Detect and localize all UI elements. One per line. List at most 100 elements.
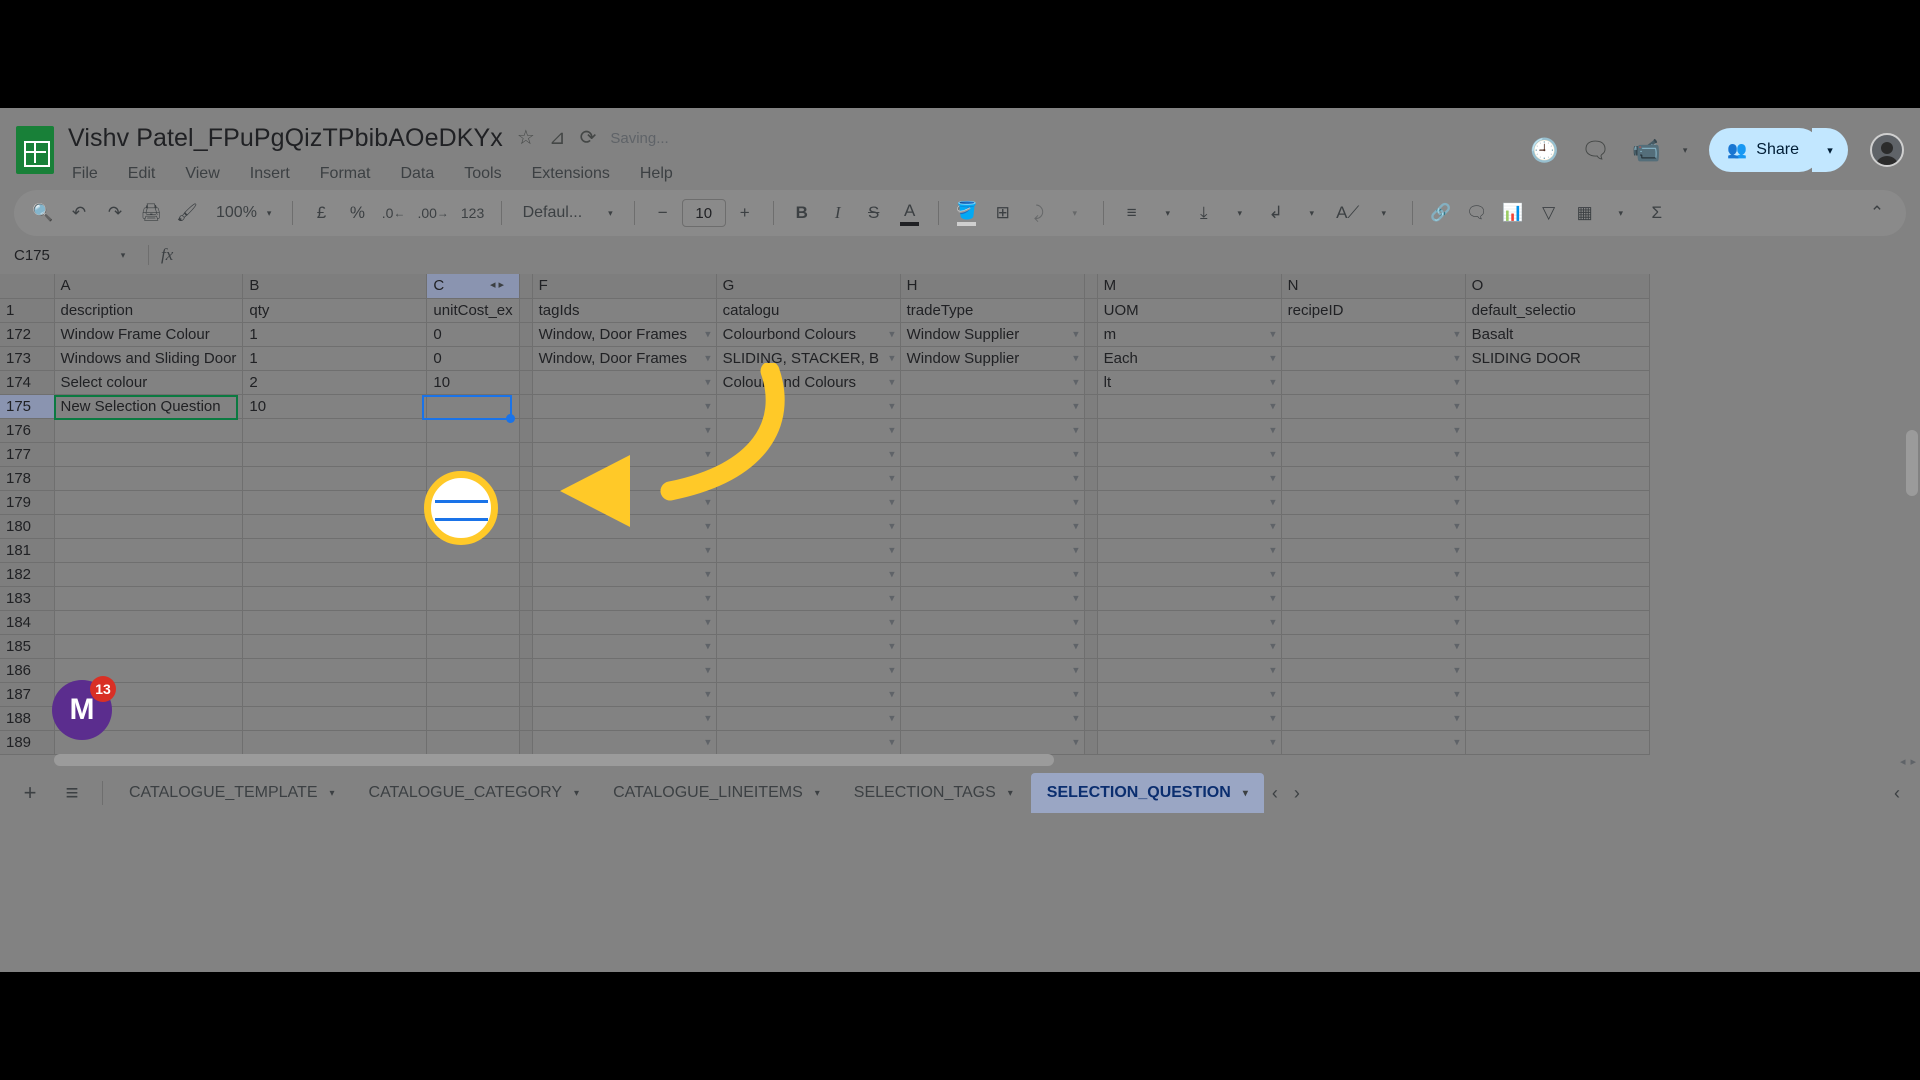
- chevron-down-icon[interactable]: ▾: [329, 788, 334, 799]
- cell-f176[interactable]: [532, 418, 717, 443]
- menu-item-help[interactable]: Help: [636, 162, 677, 186]
- menu-item-insert[interactable]: Insert: [246, 162, 294, 186]
- font-size-input[interactable]: 10: [681, 199, 726, 227]
- cell-n176[interactable]: [1281, 418, 1466, 443]
- cell-a178[interactable]: [54, 466, 244, 491]
- chevron-down-icon[interactable]: ▾: [1243, 788, 1248, 799]
- vertical-align-button[interactable]: ⤓: [1187, 196, 1221, 230]
- cell-c177[interactable]: [426, 442, 520, 467]
- cell-c187[interactable]: [426, 682, 520, 707]
- column-header-f[interactable]: F: [532, 274, 717, 299]
- menu-item-format[interactable]: Format: [316, 162, 375, 186]
- zoom-select[interactable]: 100% ▾: [206, 204, 281, 222]
- share-caret-icon[interactable]: ▾: [1812, 128, 1848, 172]
- move-to-drive-icon[interactable]: ⊿: [549, 128, 566, 148]
- decrease-decimal-icon[interactable]: .0 ←: [376, 196, 410, 230]
- cell-n172[interactable]: [1281, 322, 1466, 347]
- cell-m1[interactable]: UOM: [1097, 298, 1282, 323]
- cell-n177[interactable]: [1281, 442, 1466, 467]
- cell-c172[interactable]: 0: [426, 322, 520, 347]
- page-title[interactable]: Vishv Patel_FPuPgQizTPbibAOeDKYx: [68, 124, 503, 153]
- cell-g183[interactable]: [716, 586, 901, 611]
- percent-format-icon[interactable]: %: [340, 196, 374, 230]
- cell-c182[interactable]: [426, 562, 520, 587]
- col-resize-left-icon[interactable]: ◂: [490, 278, 496, 291]
- cell-f172[interactable]: Window, Door Frames: [532, 322, 717, 347]
- font-size-decrease-button[interactable]: −: [646, 196, 680, 230]
- cell-f179[interactable]: [532, 490, 717, 515]
- cell-n185[interactable]: [1281, 634, 1466, 659]
- merge-cells-button[interactable]: ⤸: [1022, 196, 1056, 230]
- cell-m174[interactable]: lt: [1097, 370, 1282, 395]
- cell-b181[interactable]: [242, 538, 428, 563]
- insert-comment-icon[interactable]: 🗨: [1460, 196, 1494, 230]
- column-header-n[interactable]: N: [1281, 274, 1466, 299]
- comment-history-icon[interactable]: 🗨: [1581, 138, 1610, 162]
- cell-f178[interactable]: [532, 466, 717, 491]
- insert-link-icon[interactable]: 🔗: [1424, 196, 1458, 230]
- cell-n180[interactable]: [1281, 514, 1466, 539]
- row-header-1[interactable]: 1: [0, 298, 55, 323]
- cell-b173[interactable]: 1: [242, 346, 428, 371]
- cell-m179[interactable]: [1097, 490, 1282, 515]
- cell-h176[interactable]: [900, 418, 1085, 443]
- cell-o175[interactable]: [1465, 394, 1650, 419]
- cell-c175[interactable]: [426, 394, 520, 419]
- cell-o174[interactable]: [1465, 370, 1650, 395]
- cell-n189[interactable]: [1281, 730, 1466, 755]
- cell-m187[interactable]: [1097, 682, 1282, 707]
- cell-a175[interactable]: New Selection Question: [54, 394, 244, 419]
- extension-badge[interactable]: M 13: [52, 676, 116, 740]
- cell-n188[interactable]: [1281, 706, 1466, 731]
- name-box-caret-icon[interactable]: ▾: [110, 250, 136, 261]
- cell-m172[interactable]: m: [1097, 322, 1282, 347]
- cell-n184[interactable]: [1281, 610, 1466, 635]
- column-header-b[interactable]: B: [242, 274, 428, 299]
- cell-o188[interactable]: [1465, 706, 1650, 731]
- cell-c186[interactable]: [426, 658, 520, 683]
- cell-b177[interactable]: [242, 442, 428, 467]
- cell-n182[interactable]: [1281, 562, 1466, 587]
- cell-g1[interactable]: catalogu: [716, 298, 901, 323]
- cell-g178[interactable]: [716, 466, 901, 491]
- sheet-tab-catalogue-category[interactable]: CATALOGUE_CATEGORY ▾: [353, 773, 596, 813]
- row-header-184[interactable]: 184: [0, 610, 55, 635]
- cell-n178[interactable]: [1281, 466, 1466, 491]
- cell-g181[interactable]: [716, 538, 901, 563]
- cell-f184[interactable]: [532, 610, 717, 635]
- column-header-c[interactable]: C: [426, 274, 520, 299]
- cell-o176[interactable]: [1465, 418, 1650, 443]
- version-history-icon[interactable]: 🕘: [1530, 138, 1559, 162]
- cell-a179[interactable]: [54, 490, 244, 515]
- meet-caret-icon[interactable]: ▾: [1683, 145, 1688, 156]
- cell-g174[interactable]: Colourbond Colours: [716, 370, 901, 395]
- borders-button[interactable]: ⊞: [986, 196, 1020, 230]
- row-header-175[interactable]: 175: [0, 394, 55, 419]
- menu-item-tools[interactable]: Tools: [460, 162, 505, 186]
- cell-o184[interactable]: [1465, 610, 1650, 635]
- insert-chart-icon[interactable]: 📊: [1496, 196, 1530, 230]
- cell-h189[interactable]: [900, 730, 1085, 755]
- currency-format-icon[interactable]: £: [304, 196, 338, 230]
- undo-icon[interactable]: ↶: [62, 196, 96, 230]
- column-header-m[interactable]: M: [1097, 274, 1282, 299]
- cell-o181[interactable]: [1465, 538, 1650, 563]
- sheet-tab-catalogue-template[interactable]: CATALOGUE_TEMPLATE ▾: [113, 773, 351, 813]
- cell-n179[interactable]: [1281, 490, 1466, 515]
- cell-o189[interactable]: [1465, 730, 1650, 755]
- cell-h188[interactable]: [900, 706, 1085, 731]
- cell-o177[interactable]: [1465, 442, 1650, 467]
- cell-c174[interactable]: 10: [426, 370, 520, 395]
- cell-n174[interactable]: [1281, 370, 1466, 395]
- merge-cells-caret-icon[interactable]: ▾: [1058, 196, 1092, 230]
- scroll-corner-arrows[interactable]: ◂ ▸: [1900, 755, 1916, 768]
- cell-c184[interactable]: [426, 610, 520, 635]
- vertical-scrollbar[interactable]: [1906, 302, 1918, 747]
- column-header-o[interactable]: O: [1465, 274, 1650, 299]
- col-resize-right-icon[interactable]: ▸: [499, 278, 505, 291]
- star-icon[interactable]: ☆: [517, 128, 535, 148]
- cell-m188[interactable]: [1097, 706, 1282, 731]
- fill-color-button[interactable]: 🪣: [950, 196, 984, 230]
- cell-g188[interactable]: [716, 706, 901, 731]
- cell-m182[interactable]: [1097, 562, 1282, 587]
